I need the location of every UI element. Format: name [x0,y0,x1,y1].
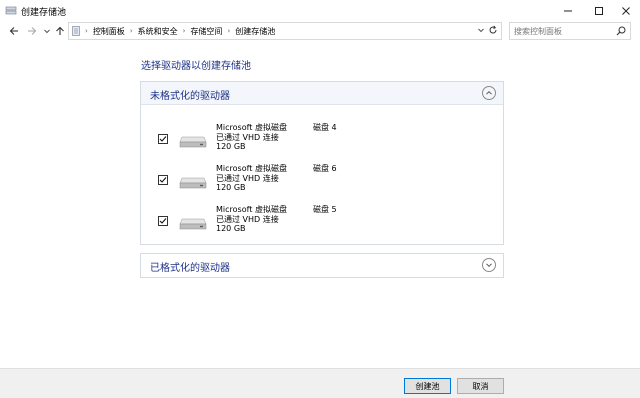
title-bar: 创建存储池 [0,0,640,22]
up-button[interactable] [53,22,67,40]
hard-drive-icon [179,136,207,148]
chevron-right-icon[interactable]: › [183,27,186,35]
chevron-right-icon[interactable]: › [227,27,230,35]
chevron-down-icon [478,28,484,33]
collapse-button[interactable] [482,86,496,100]
footer-bar: 创建池 取消 [0,368,640,398]
breadcrumb-control-panel[interactable]: 控制面板 [93,26,125,37]
navigation-bar: › 控制面板 › 系统和安全 › 存储空间 › 创建存储池 [0,22,640,40]
unformatted-drives-header[interactable]: 未格式化的驱动器 [141,82,503,105]
back-button[interactable] [7,22,21,40]
close-button[interactable] [612,0,640,22]
maximize-icon [595,7,603,15]
arrow-right-icon [28,27,37,35]
drive-size: 120 GB [216,183,246,192]
cancel-button[interactable]: 取消 [457,378,504,394]
hard-drive-icon [179,218,207,230]
drive-item: Microsoft 虚拟磁盘 已通过 VHD 连接 120 GB 磁盘 6 [141,163,503,201]
create-pool-button[interactable]: 创建池 [404,378,451,394]
arrow-up-icon [56,26,64,35]
minimize-button[interactable] [554,0,582,22]
address-bar[interactable]: › 控制面板 › 系统和安全 › 存储空间 › 创建存储池 [68,22,502,40]
checkmark-icon [159,136,167,142]
drive-label: 磁盘 4 [313,123,337,132]
breadcrumb-create-pool[interactable]: 创建存储池 [235,26,275,37]
breadcrumb-storage-spaces[interactable]: 存储空间 [190,26,222,37]
drive-label: 磁盘 6 [313,164,337,173]
drive-size: 120 GB [216,224,246,233]
window-title: 创建存储池 [21,8,67,18]
chevron-down-icon [44,29,50,34]
address-dropdown-button[interactable] [477,26,485,36]
chevron-right-icon: › [85,27,88,35]
search-input[interactable] [514,26,614,36]
minimize-icon [564,10,572,12]
drive-item: Microsoft 虚拟磁盘 已通过 VHD 连接 120 GB 磁盘 4 [141,122,503,160]
checkmark-icon [159,177,167,183]
checkmark-icon [159,218,167,224]
search-icon [616,26,626,36]
expand-button[interactable] [482,258,496,272]
drive-checkbox[interactable] [158,216,168,226]
hard-drive-icon [179,177,207,189]
page-heading: 选择驱动器以创建存储池 [141,61,251,72]
refresh-button[interactable] [488,25,498,38]
storage-spaces-icon [5,6,17,15]
arrow-left-icon [9,27,18,35]
maximize-button[interactable] [585,0,613,22]
close-icon [622,7,630,15]
control-panel-icon [72,26,80,36]
recent-locations-button[interactable] [40,22,54,40]
drive-checkbox[interactable] [158,175,168,185]
unformatted-drives-group: 未格式化的驱动器 Microsoft 虚拟磁盘 已通过 VHD 连接 120 G… [140,81,504,245]
drive-item: Microsoft 虚拟磁盘 已通过 VHD 连接 120 GB 磁盘 5 [141,204,503,242]
drive-label: 磁盘 5 [313,205,337,214]
chevron-down-icon [486,263,492,268]
drive-size: 120 GB [216,142,246,151]
forward-button[interactable] [25,22,39,40]
formatted-drives-header[interactable]: 已格式化的驱动器 [141,254,503,277]
formatted-drives-title: 已格式化的驱动器 [150,263,230,274]
search-box[interactable] [509,22,631,40]
drive-checkbox[interactable] [158,134,168,144]
formatted-drives-group: 已格式化的驱动器 [140,253,504,278]
refresh-icon [489,25,497,34]
chevron-right-icon[interactable]: › [130,27,133,35]
chevron-up-icon [486,90,492,95]
unformatted-drives-title: 未格式化的驱动器 [150,91,230,102]
breadcrumb-system-security[interactable]: 系统和安全 [138,26,178,37]
